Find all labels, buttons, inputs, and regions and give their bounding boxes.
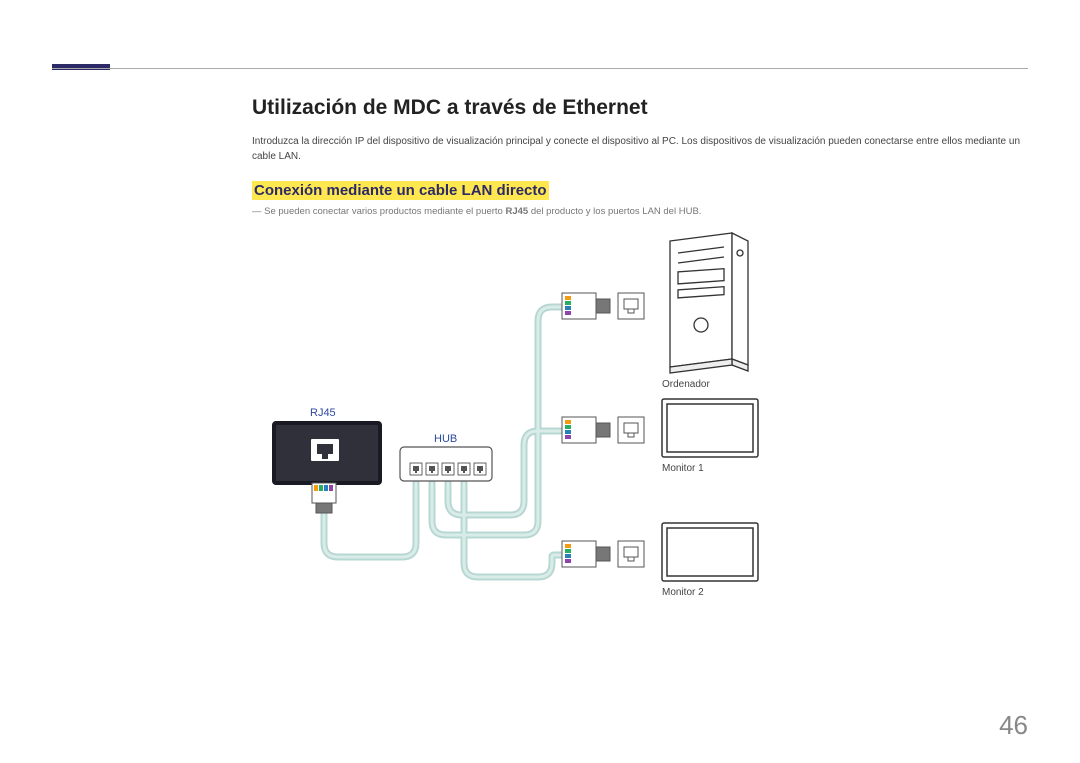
note-text: ― Se pueden conectar varios productos me… [252,205,1028,219]
note-prefix: ― Se pueden conectar varios productos me… [252,206,506,217]
header-rule [52,68,1028,69]
page-number: 46 [999,710,1028,741]
page-title: Utilización de MDC a través de Ethernet [252,96,1028,120]
label-monitor2: Monitor 2 [662,587,704,598]
page-root: Utilización de MDC a través de Ethernet … [0,0,1080,763]
header-accent-bar [52,64,110,70]
label-computer: Ordenador [662,379,710,390]
label-rj45: RJ45 [310,407,336,419]
section-subtitle: Conexión mediante un cable LAN directo [252,182,549,199]
note-bold: RJ45 [506,206,529,217]
label-hub: HUB [434,433,457,445]
highlight: Conexión mediante un cable LAN directo [252,181,549,200]
note-suffix: del producto y los puertos LAN del HUB. [528,206,701,217]
content-area: Utilización de MDC a través de Ethernet … [52,96,1028,631]
label-monitor1: Monitor 1 [662,463,704,474]
intro-text: Introduzca la dirección IP del dispositi… [252,134,1028,164]
diagram-svg [262,231,962,631]
diagram-figure: RJ45 HUB Ordenador Monitor 1 Monitor 2 [262,231,962,631]
